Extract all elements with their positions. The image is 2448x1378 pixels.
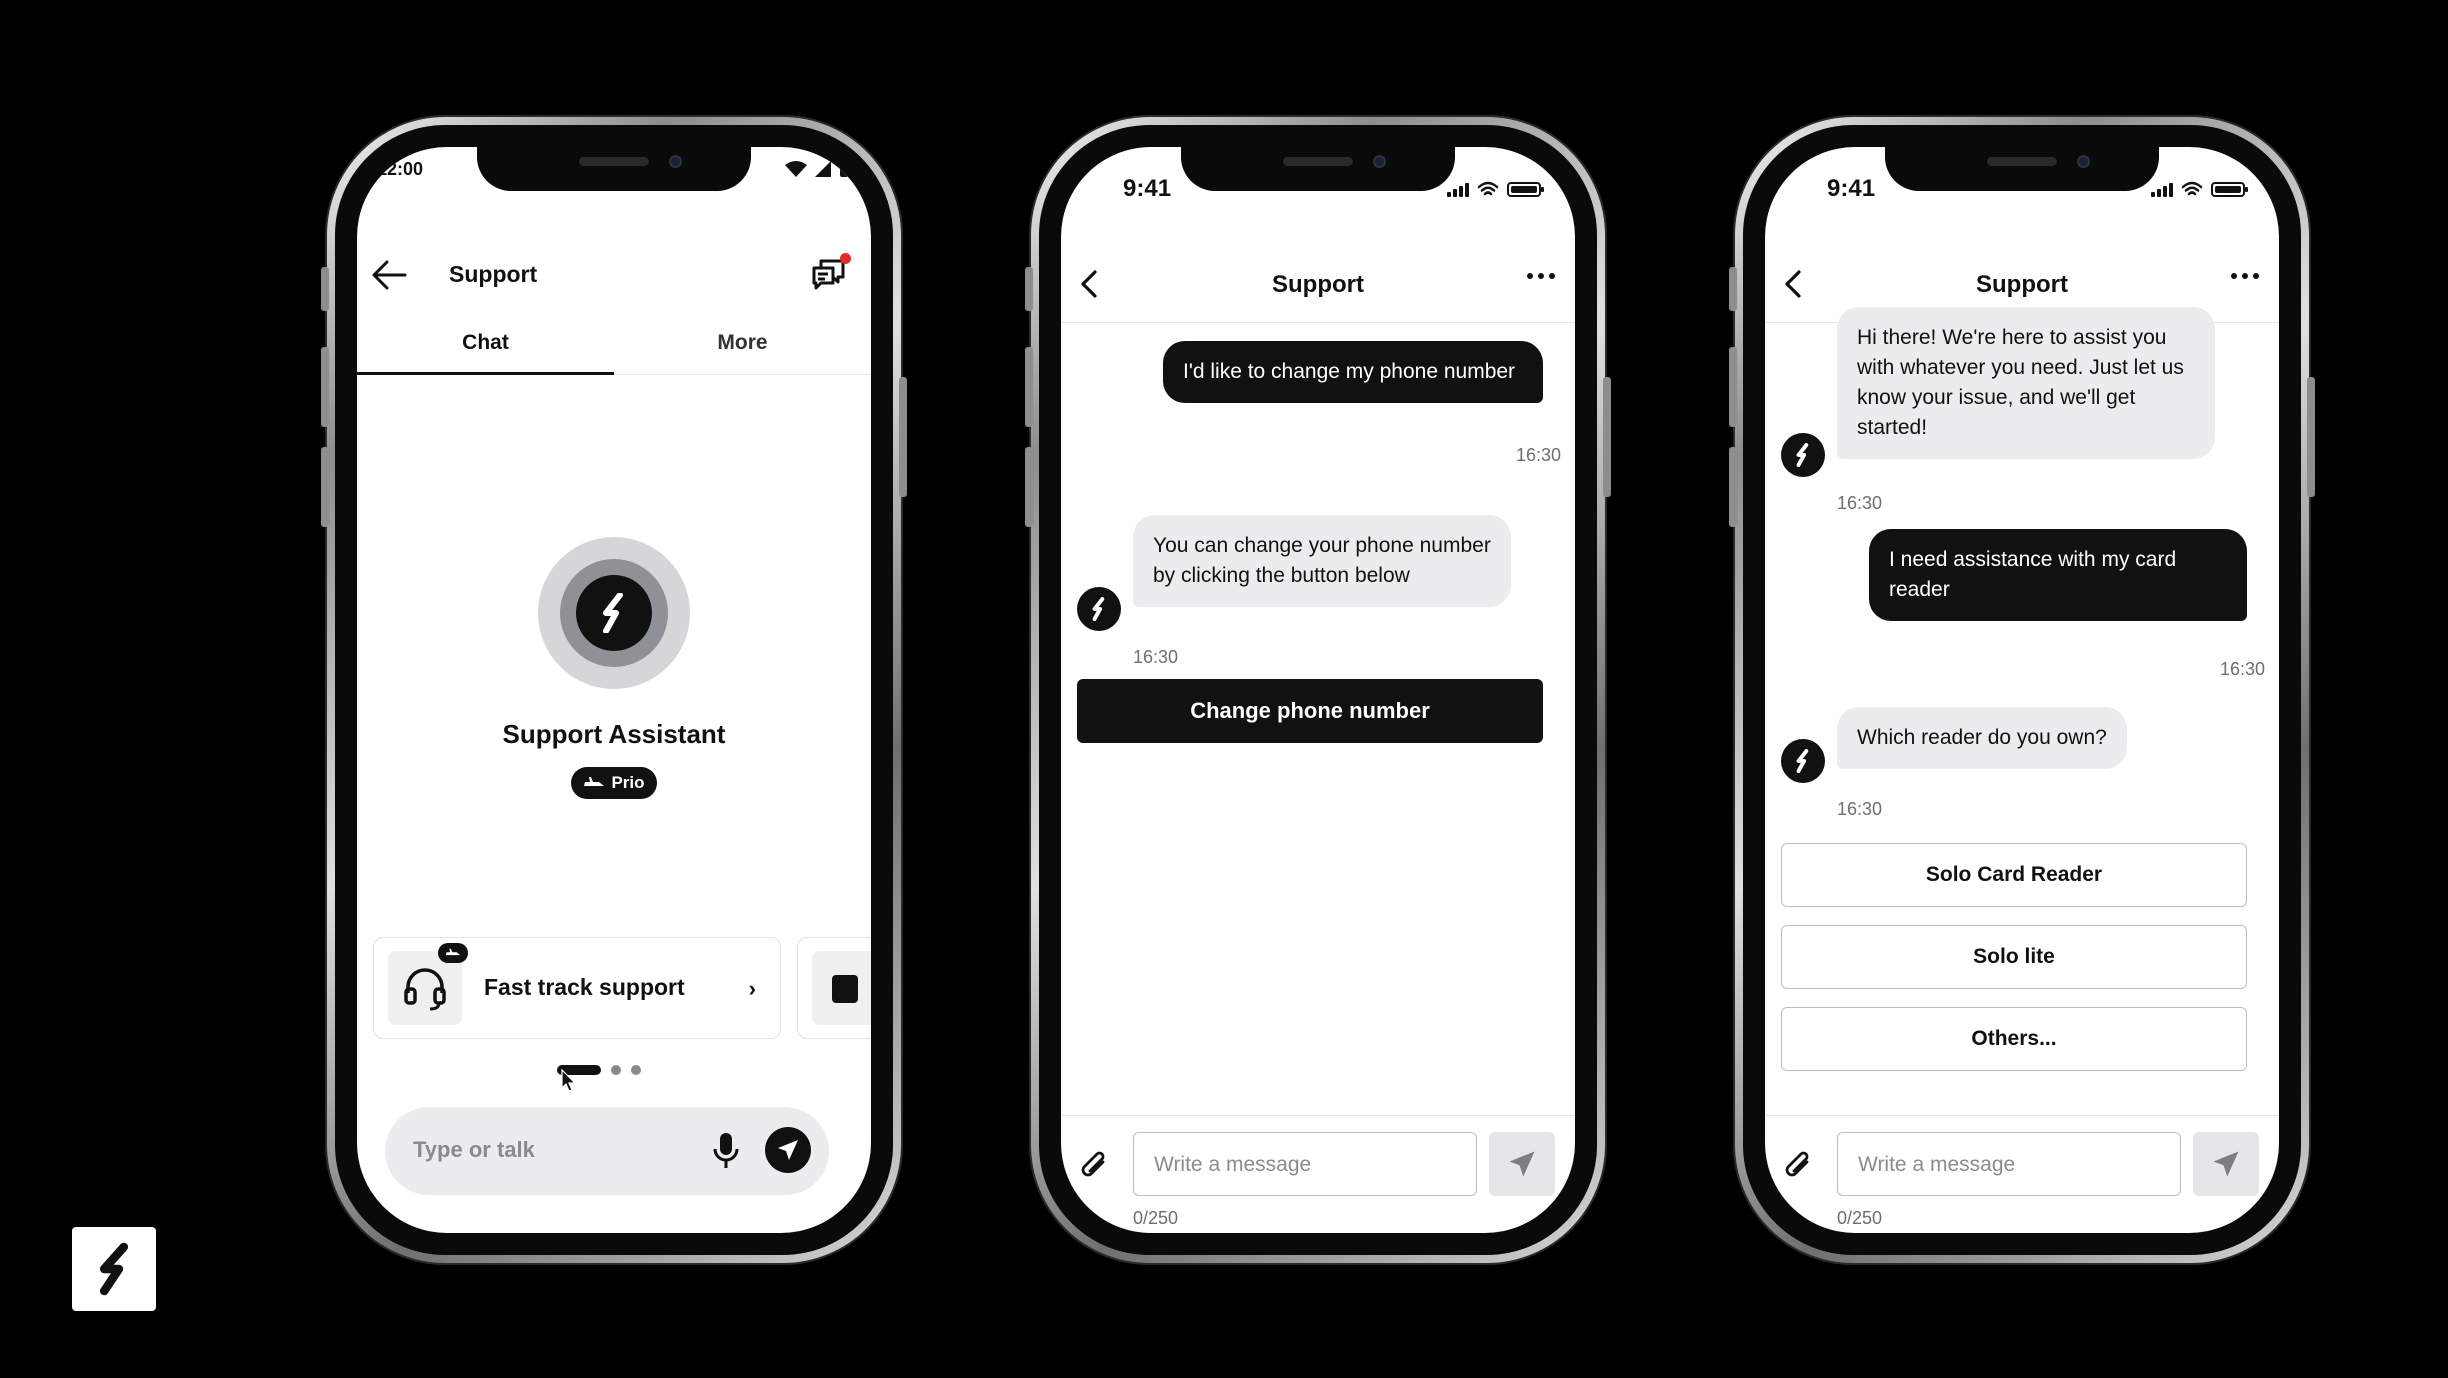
microphone-icon[interactable] xyxy=(711,1131,741,1171)
message-placeholder: Write a message xyxy=(1154,1153,1312,1176)
send-icon xyxy=(1509,1151,1535,1177)
chevron-right-icon: › xyxy=(748,976,756,1001)
more-dots-icon[interactable] xyxy=(2231,273,2259,279)
tab-bar: Chat More xyxy=(357,317,871,375)
plane-icon xyxy=(445,948,461,956)
brand-s-logo-icon xyxy=(1092,597,1105,621)
send-button[interactable] xyxy=(765,1127,811,1173)
compose-bar: Type or talk xyxy=(385,1107,829,1195)
page-title: Support xyxy=(1976,271,2068,298)
battery-icon xyxy=(2211,182,2248,197)
mouse-cursor-icon xyxy=(561,1069,577,1092)
tab-chat[interactable]: Chat xyxy=(357,317,614,375)
prio-label: Prio xyxy=(611,773,645,792)
headset-icon xyxy=(404,968,446,1011)
message-outgoing: I need assistance with my card reader xyxy=(1869,529,2247,621)
message-incoming: You can change your phone number by clic… xyxy=(1133,515,1511,607)
message-input[interactable]: Write a message xyxy=(1837,1132,2181,1196)
composer: Write a message 0/250 xyxy=(1765,1115,2279,1233)
assistant-name: Support Assistant xyxy=(502,719,726,749)
brand-s-logo-icon xyxy=(603,593,623,633)
signal-icon xyxy=(1447,183,1469,197)
status-time: 12:00 xyxy=(377,159,424,179)
phone-frame-2: 9:41 Support I'd like to change my phone… xyxy=(1025,117,1611,1263)
carousel-dot[interactable] xyxy=(611,1065,621,1075)
brand-s-logo-icon xyxy=(1796,443,1809,467)
type-or-talk-input[interactable]: Type or talk xyxy=(413,1137,535,1163)
char-counter: 0/250 xyxy=(1837,1208,1883,1228)
char-counter: 0/250 xyxy=(1133,1208,1179,1228)
wifi-icon xyxy=(2181,181,2203,196)
message-incoming: Which reader do you own? xyxy=(1837,707,2127,769)
brand-s-logo-icon xyxy=(99,1242,129,1296)
brand-logo xyxy=(72,1227,156,1311)
message-placeholder: Write a message xyxy=(1858,1153,2016,1176)
header: Support xyxy=(1061,247,1575,323)
message-timestamp: 16:30 xyxy=(1837,799,1883,819)
message-outgoing: I'd like to change my phone number xyxy=(1163,341,1543,403)
message-timestamp: 16:30 xyxy=(1515,445,1561,465)
fast-track-support-card[interactable]: Fast track support › xyxy=(373,937,781,1039)
send-icon xyxy=(778,1140,798,1160)
change-phone-number-button[interactable]: Change phone number xyxy=(1077,679,1543,743)
send-button[interactable] xyxy=(1489,1132,1555,1196)
composer: Write a message 0/250 xyxy=(1061,1115,1575,1233)
brand-s-logo-icon xyxy=(1796,749,1809,773)
message-timestamp: 16:30 xyxy=(1133,647,1179,667)
signal-icon xyxy=(2151,183,2173,197)
next-card-peek[interactable] xyxy=(797,937,871,1039)
paperclip-icon[interactable] xyxy=(1079,1148,1111,1184)
notification-dot xyxy=(840,253,851,264)
send-button[interactable] xyxy=(2193,1132,2259,1196)
battery-icon xyxy=(1507,182,1544,197)
more-dots-icon[interactable] xyxy=(1527,273,1555,279)
bot-avatar xyxy=(1077,587,1121,631)
bot-avatar xyxy=(1781,433,1825,477)
page-title: Support xyxy=(449,261,538,287)
message-input[interactable]: Write a message xyxy=(1133,1132,1477,1196)
status-time: 9:41 xyxy=(1123,175,1172,202)
back-arrow-icon[interactable] xyxy=(371,259,407,291)
plane-icon xyxy=(584,777,605,786)
carousel-dot[interactable] xyxy=(631,1065,641,1075)
option-solo-card-reader[interactable]: Solo Card Reader xyxy=(1781,843,2247,907)
send-icon xyxy=(2213,1151,2239,1177)
option-solo-lite[interactable]: Solo lite xyxy=(1781,925,2247,989)
message-timestamp: 16:30 xyxy=(1837,493,1883,513)
phone-frame-1: 12:00 Support Chat More Support Assistan… xyxy=(321,117,907,1263)
prio-badge: Prio xyxy=(571,767,657,799)
wifi-icon xyxy=(785,161,807,177)
fast-track-label: Fast track support xyxy=(484,974,685,1000)
bot-avatar xyxy=(1781,739,1825,783)
message-incoming: Hi there! We're here to assist you with … xyxy=(1837,307,2215,459)
assistant-avatar xyxy=(538,537,690,689)
wifi-icon xyxy=(1477,181,1499,196)
message-timestamp: 16:30 xyxy=(2219,659,2265,679)
status-time: 9:41 xyxy=(1827,175,1876,202)
signal-icon xyxy=(815,161,831,177)
page-title: Support xyxy=(1272,271,1364,298)
phone-3-screen: 9:41 Support Hi there! We're here to ass… xyxy=(1765,147,2279,1233)
phone-2-screen: 9:41 Support I'd like to change my phone… xyxy=(1061,147,1575,1233)
tab-more[interactable]: More xyxy=(614,317,871,374)
battery-icon xyxy=(840,162,848,177)
header: Support xyxy=(357,247,871,303)
phone-1-screen: 12:00 Support Chat More Support Assistan… xyxy=(357,147,871,1233)
paperclip-icon[interactable] xyxy=(1783,1148,1815,1184)
conversations-button[interactable] xyxy=(811,253,851,291)
phone-frame-3: 9:41 Support Hi there! We're here to ass… xyxy=(1729,117,2315,1263)
option-others[interactable]: Others... xyxy=(1781,1007,2247,1071)
